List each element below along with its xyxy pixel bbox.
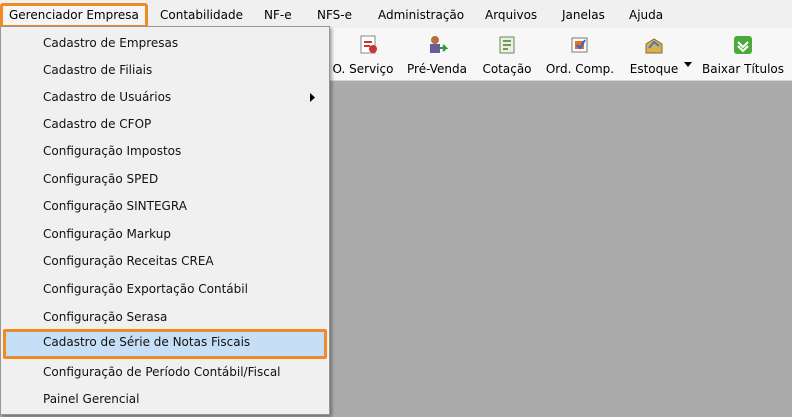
menu-contabilidade[interactable]: Contabilidade (156, 4, 247, 26)
menu-item-configuracao-markup[interactable]: Configuração Markup (3, 221, 327, 248)
purchase-order-button[interactable]: Ord. Comp. (541, 32, 619, 78)
menu-item-cadastro-usuarios[interactable]: Cadastro de Usuários (3, 84, 327, 111)
menu-janelas[interactable]: Janelas (558, 4, 609, 26)
menu-bar: Gerenciador Empresa Contabilidade NF-e N… (0, 0, 792, 28)
pre-sale-icon (430, 36, 448, 53)
menu-item-label: Cadastro de Usuários (43, 90, 172, 104)
baixar-titulos-button[interactable]: Baixar Títulos (699, 32, 787, 78)
menu-item-configuracao-sped[interactable]: Configuração SPED (3, 166, 327, 193)
menu-item-configuracao-serasa[interactable]: Configuração Serasa (3, 304, 327, 331)
service-order-button[interactable]: O. Serviço (328, 32, 398, 78)
menu-administracao[interactable]: Administração (374, 4, 468, 26)
menu-item-configuracao-impostos[interactable]: Configuração Impostos (3, 138, 327, 165)
service-order-label: O. Serviço (332, 62, 394, 76)
quotation-button[interactable]: Cotação (478, 32, 536, 78)
stock-button[interactable]: Estoque (624, 32, 684, 78)
stock-icon (645, 38, 663, 54)
menu-item-cadastro-cfop[interactable]: Cadastro de CFOP (3, 111, 327, 138)
menu-item-cadastro-empresas[interactable]: Cadastro de Empresas (3, 30, 327, 57)
menu-item-cadastro-serie-notas-fiscais[interactable]: Cadastro de Série de Notas Fiscais (3, 329, 327, 359)
stock-label: Estoque (629, 62, 679, 76)
menu-item-configuracao-receitas-crea[interactable]: Configuração Receitas CREA (3, 248, 327, 275)
menu-item-configuracao-exportacao-contabil[interactable]: Configuração Exportação Contábil (3, 276, 327, 303)
menu-arquivos[interactable]: Arquivos (481, 4, 541, 26)
purchase-order-label: Ord. Comp. (545, 62, 615, 76)
baixar-titulos-label: Baixar Títulos (701, 62, 785, 76)
menu-nfse[interactable]: NFS-e (313, 4, 356, 26)
menu-nfe[interactable]: NF-e (260, 4, 296, 26)
pre-sale-button[interactable]: Pré-Venda (403, 32, 471, 78)
menu-gerenciador-empresa[interactable]: Gerenciador Empresa (0, 3, 148, 28)
purchase-order-icon (571, 37, 588, 53)
checkmark-icon (734, 36, 752, 54)
pre-sale-label: Pré-Venda (407, 62, 467, 76)
menu-item-cadastro-filiais[interactable]: Cadastro de Filiais (3, 57, 327, 84)
gerenciador-empresa-dropdown: Cadastro de Empresas Cadastro de Filiais… (0, 26, 330, 415)
menu-item-painel-gerencial[interactable]: Painel Gerencial (3, 386, 327, 413)
quotation-icon (499, 36, 515, 54)
stock-dropdown-arrow-icon[interactable] (684, 62, 692, 68)
menu-ajuda[interactable]: Ajuda (625, 4, 667, 26)
quotation-label: Cotação (482, 62, 532, 76)
menu-item-configuracao-sintegra[interactable]: Configuração SINTEGRA (3, 193, 327, 220)
submenu-arrow-icon (310, 93, 315, 102)
service-order-icon (360, 35, 377, 54)
menu-item-configuracao-periodo-contabil-fiscal[interactable]: Configuração de Período Contábil/Fiscal (3, 359, 327, 386)
